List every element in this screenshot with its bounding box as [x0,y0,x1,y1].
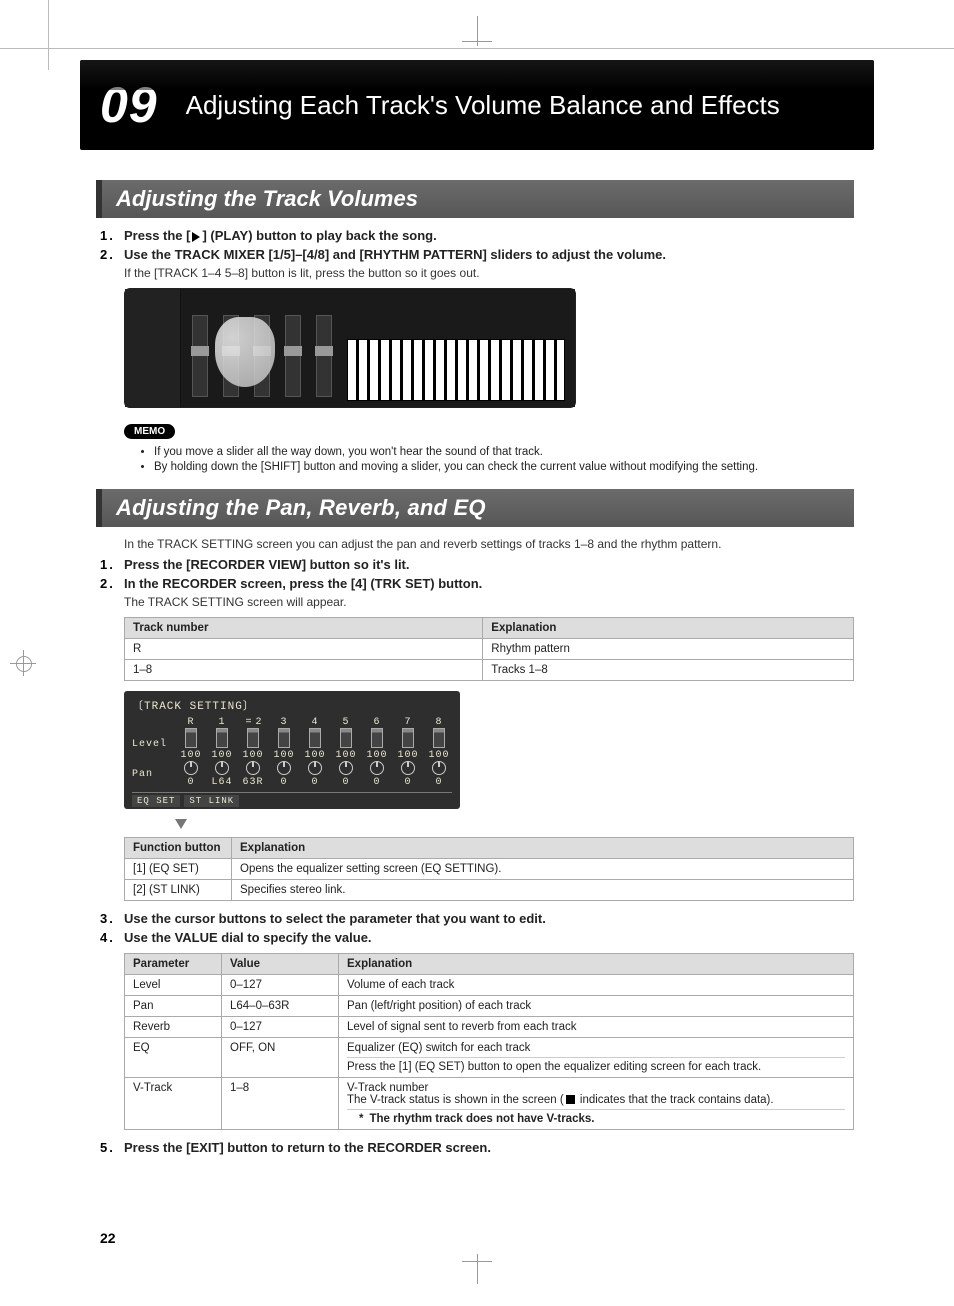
s2-step-2-note: The TRACK SETTING screen will appear. [124,595,854,609]
step-1: 1 Press the [] (PLAY) button to play bac… [100,228,854,243]
device-illustration [124,288,576,408]
s2-step-3: 3Use the cursor buttons to select the pa… [100,911,854,926]
stop-icon [566,1095,575,1104]
memo-badge: MEMO [124,424,175,439]
s2-step-5: 5Press the [EXIT] button to return to th… [100,1140,854,1155]
table-row: [1] (EQ SET)Opens the equalizer setting … [125,859,854,880]
s2-step-1: 1Press the [RECORDER VIEW] button so it'… [100,557,854,572]
hand-icon [215,317,275,387]
table-row: V-Track1–8 V-Track number The V-track st… [125,1078,854,1130]
play-icon [192,232,200,242]
section-heading-pan: Adjusting the Pan, Reverb, and EQ [96,489,854,527]
s2-step-4: 4Use the VALUE dial to specify the value… [100,930,854,945]
memo-list: If you move a slider all the way down, y… [140,446,854,473]
table-row: 1–8Tracks 1–8 [125,660,854,681]
track-number-table: Track numberExplanation RRhythm pattern … [124,617,854,681]
section2-intro: In the TRACK SETTING screen you can adju… [124,537,854,551]
step-2: 2 Use the TRACK MIXER [1/5]–[4/8] and [R… [100,247,854,262]
table-row: PanL64–0–63RPan (left/right position) of… [125,996,854,1017]
section-heading-volumes: Adjusting the Track Volumes [96,180,854,218]
table-row: [2] (ST LINK)Specifies stereo link. [125,880,854,901]
table-row: EQOFF, ON Equalizer (EQ) switch for each… [125,1038,854,1078]
s2-step-2: 2In the RECORDER screen, press the [4] (… [100,576,854,591]
table-row: Level0–127Volume of each track [125,975,854,996]
table-row: RRhythm pattern [125,639,854,660]
parameter-table: Parameter Value Explanation Level0–127Vo… [124,953,854,1130]
page-number: 22 [100,1230,116,1246]
chapter-header: 09 Adjusting Each Track's Volume Balance… [80,60,874,150]
function-button-table: Function buttonExplanation [1] (EQ SET)O… [124,837,854,901]
table-row: Reverb0–127Level of signal sent to rever… [125,1017,854,1038]
step-2-note: If the [TRACK 1–4 5–8] button is lit, pr… [124,266,854,280]
lcd-screenshot: 〔TRACK SETTING〕 R1= 2 345 678 Level 100 … [124,691,460,809]
chapter-title: Adjusting Each Track's Volume Balance an… [186,90,780,121]
